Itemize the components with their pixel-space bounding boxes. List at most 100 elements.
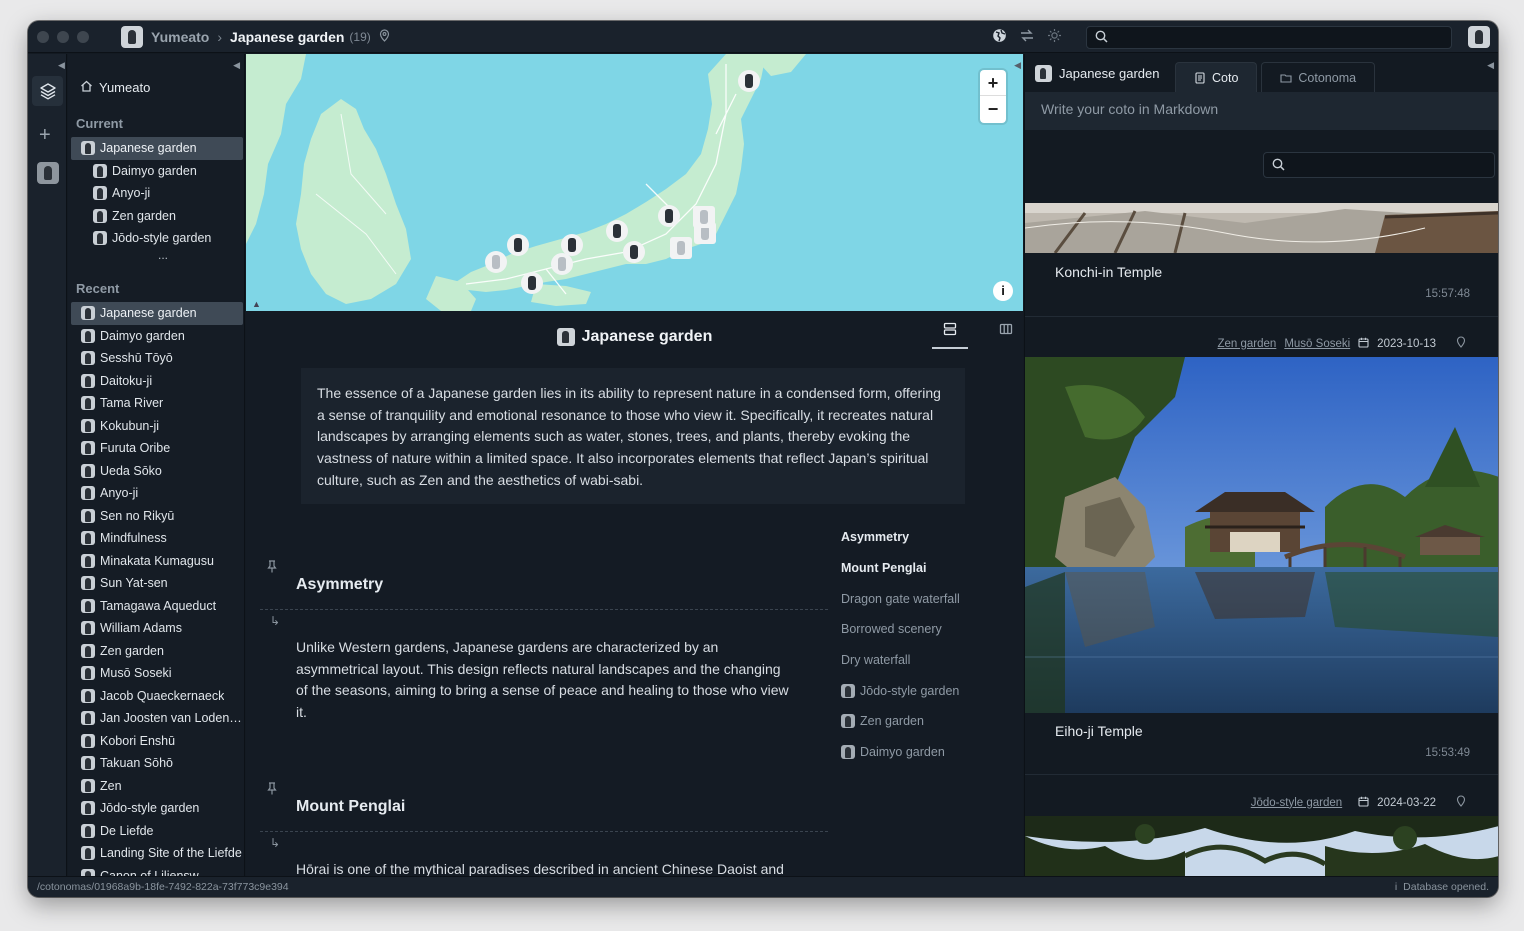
sidebar-item[interactable]: Daimyo garden: [71, 160, 243, 183]
entry-body[interactable]: Unlike Western gardens, Japanese gardens…: [296, 637, 796, 724]
sidebar-item[interactable]: Furuta Oribe: [71, 437, 243, 460]
sidebar-item[interactable]: Daitoku-ji: [71, 370, 243, 393]
user-avatar[interactable]: [1468, 26, 1490, 48]
sidebar-item[interactable]: Jōdo-style garden: [71, 227, 243, 250]
summary-text[interactable]: The essence of a Japanese garden lies in…: [301, 368, 965, 504]
sidebar-item[interactable]: Kobori Enshū: [71, 730, 243, 753]
table-of-contents: Asymmetry Mount Penglai Dragon gate waterf…: [841, 522, 1001, 768]
sidebar-item[interactable]: Zen garden: [71, 205, 243, 228]
location-pin-icon[interactable]: [1456, 795, 1466, 810]
node-avatar: [841, 714, 855, 729]
add-icon[interactable]: +: [39, 124, 51, 147]
entry-body[interactable]: Hōrai is one of the mythical paradises d…: [296, 859, 796, 876]
search-icon: [1272, 158, 1285, 174]
sidebar-item[interactable]: Minakata Kumagusu: [71, 550, 243, 573]
toc-item[interactable]: Dragon gate waterfall: [841, 583, 1001, 614]
sidebar-item[interactable]: William Adams: [71, 617, 243, 640]
breadcrumb-current: Japanese garden: [230, 28, 345, 45]
entry-title[interactable]: Asymmetry: [296, 576, 383, 594]
sidebar-item-label: William Adams: [100, 621, 182, 636]
close-window-button[interactable]: [37, 30, 49, 43]
zoom-window-button[interactable]: [77, 30, 89, 43]
globe-icon[interactable]: [992, 28, 1007, 46]
sidebar-item[interactable]: Mindfulness: [71, 527, 243, 550]
sidebar-item[interactable]: Jōdo-style garden: [71, 797, 243, 820]
sidebar-item[interactable]: Zen garden: [71, 640, 243, 663]
zoom-in-button[interactable]: +: [980, 70, 1006, 96]
location-pin-icon[interactable]: [1456, 336, 1466, 351]
coto-title[interactable]: Konchi-in Temple: [1055, 264, 1162, 280]
sidebar-home[interactable]: Yumeato: [80, 80, 150, 95]
sidebar-item[interactable]: Jacob Quaeckernaeck: [71, 685, 243, 708]
column-view-icon[interactable]: [988, 322, 1023, 349]
toc-item[interactable]: Zen garden: [841, 706, 1001, 737]
coto-editor[interactable]: Write your coto in Markdown: [1025, 92, 1498, 130]
pin-icon[interactable]: [267, 560, 277, 576]
collapse-map-icon[interactable]: ▲: [252, 299, 261, 309]
location-pin-icon[interactable]: [379, 28, 390, 45]
toc-item[interactable]: Asymmetry: [841, 522, 1001, 553]
pin-icon[interactable]: [267, 782, 277, 798]
tab-cotonoma[interactable]: Cotonoma: [1261, 62, 1376, 92]
sidebar-item[interactable]: Japanese garden: [71, 302, 243, 325]
timeline-search-input[interactable]: [1263, 152, 1495, 178]
collapse-sidebar-icon[interactable]: ◀: [233, 60, 240, 71]
coto-title[interactable]: Eiho-ji Temple: [1055, 723, 1143, 739]
sidebar-item[interactable]: Sen no Rikyū: [71, 505, 243, 528]
collapse-right-panel-icon[interactable]: ◀: [1487, 60, 1494, 71]
sidebar-item[interactable]: Tama River: [71, 392, 243, 415]
toc-item[interactable]: Borrowed scenery: [841, 614, 1001, 645]
sidebar-item[interactable]: Zen: [71, 775, 243, 798]
coto-image[interactable]: [1025, 357, 1498, 713]
sidebar-item[interactable]: Anyo-ji: [71, 182, 243, 205]
home-label: Yumeato: [99, 80, 151, 95]
calendar-icon: [1358, 337, 1369, 351]
toc-item[interactable]: Jōdo-style garden: [841, 675, 1001, 706]
tag-link[interactable]: Musō Soseki: [1284, 338, 1350, 350]
sun-icon[interactable]: [1047, 28, 1062, 46]
zoom-out-button[interactable]: −: [980, 96, 1006, 122]
toc-item-label: Jōdo-style garden: [860, 683, 960, 698]
sidebar-item[interactable]: De Liefde: [71, 820, 243, 843]
sidebar-item-label: Anyo-ji: [100, 486, 139, 501]
sidebar-item-label: Jan Joosten van Lodensteijn: [100, 711, 243, 726]
collapse-left-icon[interactable]: ◀: [58, 60, 65, 71]
toc-item[interactable]: Mount Penglai: [841, 553, 1001, 584]
entry-divider: [260, 609, 828, 610]
toc-item[interactable]: Dry waterfall: [841, 645, 1001, 676]
sidebar-item[interactable]: Jan Joosten van Lodensteijn: [71, 707, 243, 730]
tag-link[interactable]: Jōdo-style garden: [1251, 797, 1342, 809]
layers-icon[interactable]: [32, 76, 63, 106]
sidebar-item[interactable]: Kokubun-ji: [71, 415, 243, 438]
subdirectory-arrow-icon: ↳: [270, 836, 281, 850]
sidebar-item[interactable]: Sun Yat-sen: [71, 572, 243, 595]
sidebar-item[interactable]: Takuan Sōhō: [71, 752, 243, 775]
sidebar-item[interactable]: Daimyo garden: [71, 325, 243, 348]
sidebar-item[interactable]: Musō Soseki: [71, 662, 243, 685]
coto-image[interactable]: [1025, 203, 1498, 253]
coto-image[interactable]: [1025, 816, 1498, 876]
sidebar-item[interactable]: Ueda Sōko: [71, 460, 243, 483]
swap-icon[interactable]: [1019, 28, 1035, 46]
document-view-icon[interactable]: [932, 322, 968, 349]
sidebar-item[interactable]: Tamagawa Aqueduct: [71, 595, 243, 618]
sidebar-item[interactable]: Canon of Liliensw...: [71, 865, 243, 876]
more-items-button[interactable]: ...: [71, 249, 243, 268]
map-view[interactable]: + − i ▲ ◀: [246, 54, 1023, 311]
toc-item[interactable]: Daimyo garden: [841, 737, 1001, 768]
breadcrumb-root[interactable]: Yumeato: [151, 29, 209, 45]
info-icon[interactable]: i: [993, 281, 1013, 301]
entry-title[interactable]: Mount Penglai: [296, 798, 405, 816]
sidebar: ◀ Yumeato Current Japanese garden Daimyo …: [68, 54, 245, 876]
collapse-right-icon[interactable]: ◀: [1014, 60, 1021, 71]
sidebar-item[interactable]: Sesshū Tōyō: [71, 347, 243, 370]
global-search-input[interactable]: [1086, 26, 1452, 49]
node-avatar[interactable]: [37, 162, 59, 184]
sidebar-item[interactable]: Anyo-ji: [71, 482, 243, 505]
minimize-window-button[interactable]: [57, 30, 69, 43]
tab-coto[interactable]: Coto: [1175, 62, 1258, 92]
sidebar-item[interactable]: Landing Site of the Liefde: [71, 842, 243, 865]
sidebar-item-label: Jōdo-style garden: [112, 231, 212, 246]
sidebar-item[interactable]: Japanese garden: [71, 137, 243, 160]
tag-link[interactable]: Zen garden: [1218, 338, 1277, 350]
